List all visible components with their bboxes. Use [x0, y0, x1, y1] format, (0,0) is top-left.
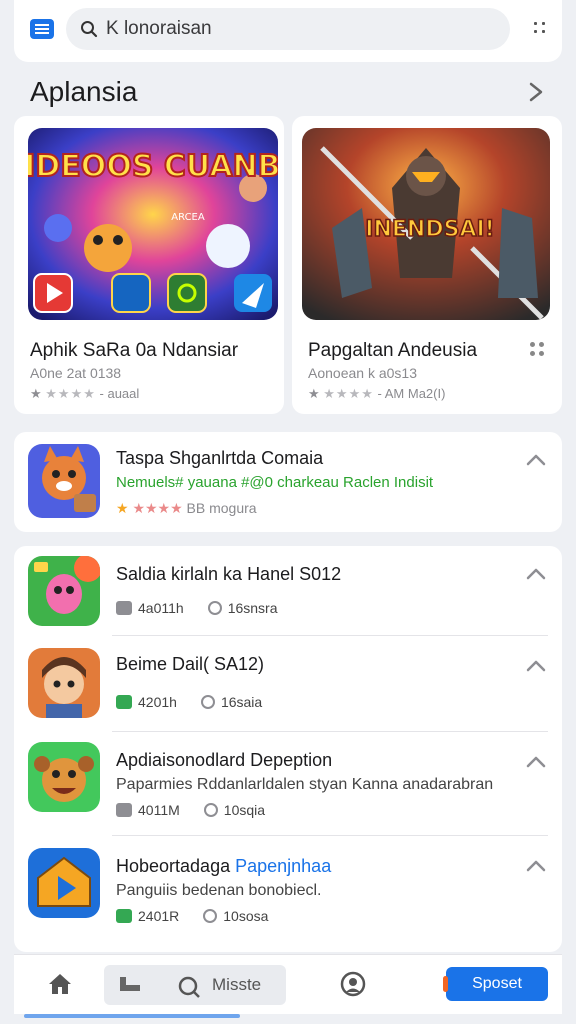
- menu-icon[interactable]: [30, 19, 54, 39]
- app-tagline: Nemuels# yauana #@0 charkeau Raclen Indi…: [116, 474, 434, 491]
- clock-icon: [203, 803, 218, 817]
- list-item[interactable]: Beime Dail( SA12) 4201h 16saia: [14, 636, 562, 732]
- app-icon: [28, 556, 100, 626]
- app-title: Taspa Shganlrtda Comaia: [116, 448, 324, 468]
- search-bar[interactable]: [66, 8, 510, 50]
- top-bar: [14, 0, 562, 62]
- game-logo-subtext: ARCEA: [171, 212, 205, 223]
- app-icon: [28, 742, 100, 812]
- more-icon[interactable]: [534, 22, 548, 36]
- star-icon: ★: [30, 386, 42, 401]
- chevron-up-icon[interactable]: [526, 660, 546, 672]
- download-icon: [116, 803, 132, 817]
- download-icon: [116, 601, 132, 615]
- section-title: Aplansia: [30, 76, 138, 107]
- search-input[interactable]: [106, 8, 496, 50]
- app-title: Apdiaisonodlard Depeption: [116, 750, 333, 770]
- app-rating: ★ ★★★★ BB mogura: [116, 500, 257, 516]
- more-icon[interactable]: [530, 342, 544, 356]
- game-logo-text: PIDEOOS CUANBA: [28, 149, 278, 184]
- app-meta: 4011M 10sqia: [116, 802, 265, 818]
- search-icon: [81, 21, 98, 38]
- app-description: Paparmies Rddanlarldalen styan Kanna ana…: [116, 776, 494, 793]
- nav-label: Misste: [212, 975, 262, 994]
- app-description: Panguiis bedenan bonobiecl.: [116, 882, 322, 899]
- app-meta: 4201h 16saia: [116, 694, 262, 710]
- app-icon: [28, 444, 100, 518]
- clock-icon: [207, 601, 222, 615]
- list-item[interactable]: Apdiaisonodlard Depeption Paparmies Rdda…: [14, 732, 562, 836]
- app-list: Saldia kirlaln ka Hanel S012 4a011h 16sn…: [14, 546, 562, 952]
- profile-icon[interactable]: [340, 971, 366, 997]
- promoted-app-card[interactable]: Taspa Shganlrtda Comaia Nemuels# yauana …: [14, 432, 562, 532]
- app-rating: ★ ★★★★ - auaal: [30, 386, 140, 401]
- app-subtitle: Aonoean k a0s13: [308, 365, 417, 381]
- clock-icon: [203, 909, 218, 923]
- game-logo-text: INENDSAI!: [365, 217, 494, 242]
- search-icon[interactable]: [178, 976, 200, 998]
- rating-stars: ★★★★: [323, 386, 374, 401]
- app-title: Saldia kirlaln ka Hanel S012: [116, 564, 342, 584]
- app-icon: [28, 648, 100, 718]
- download-icon: [116, 695, 132, 709]
- home-indicator: [24, 1014, 240, 1018]
- featured-card[interactable]: PIDEOOS CUANBA ARCEA Aphik SaRa 0a Ndans…: [14, 116, 284, 414]
- submit-button[interactable]: Sposet: [443, 967, 548, 1001]
- app-icon: [28, 848, 100, 918]
- chevron-right-icon[interactable]: [526, 82, 546, 102]
- home-icon[interactable]: [48, 973, 72, 995]
- rating-stars: ★★★★: [45, 386, 96, 401]
- star-icon: ★: [308, 386, 320, 401]
- app-title: Papgaltan Andeusia: [308, 340, 478, 361]
- app-subtitle: A0ne 2at 0138: [30, 365, 122, 381]
- download-icon: [116, 909, 132, 923]
- chevron-up-icon[interactable]: [526, 860, 546, 872]
- app-rating: ★ ★★★★ - AM Ma2(I): [308, 386, 446, 401]
- library-icon[interactable]: [118, 975, 142, 995]
- app-meta: 2401R 10sosa: [116, 908, 268, 924]
- app-title: Aphik SaRa 0a Ndansiar: [30, 340, 239, 361]
- featured-card[interactable]: INENDSAI! Papgaltan Andeusia Aonoean k a…: [292, 116, 562, 414]
- featured-game-art: INENDSAI!: [302, 128, 550, 320]
- bottom-nav: Misste Sposet: [14, 954, 562, 1014]
- list-item[interactable]: Saldia kirlaln ka Hanel S012 4a011h 16sn…: [14, 546, 562, 636]
- chevron-up-icon[interactable]: [526, 454, 546, 466]
- app-title: Hobeortadaga Papenjnhaa: [116, 856, 332, 876]
- chevron-up-icon[interactable]: [526, 568, 546, 580]
- star-icon: ★: [116, 500, 129, 516]
- clock-icon: [200, 695, 215, 709]
- app-meta: 4a011h 16snsra: [116, 600, 278, 616]
- chevron-up-icon[interactable]: [526, 756, 546, 768]
- app-title: Beime Dail( SA12): [116, 654, 265, 674]
- featured-game-art: PIDEOOS CUANBA ARCEA: [28, 128, 278, 320]
- nav-segment[interactable]: Misste: [104, 965, 286, 1005]
- list-item[interactable]: Hobeortadaga Papenjnhaa Panguiis bedenan…: [14, 836, 562, 946]
- rating-stars: ★★★★: [132, 500, 183, 516]
